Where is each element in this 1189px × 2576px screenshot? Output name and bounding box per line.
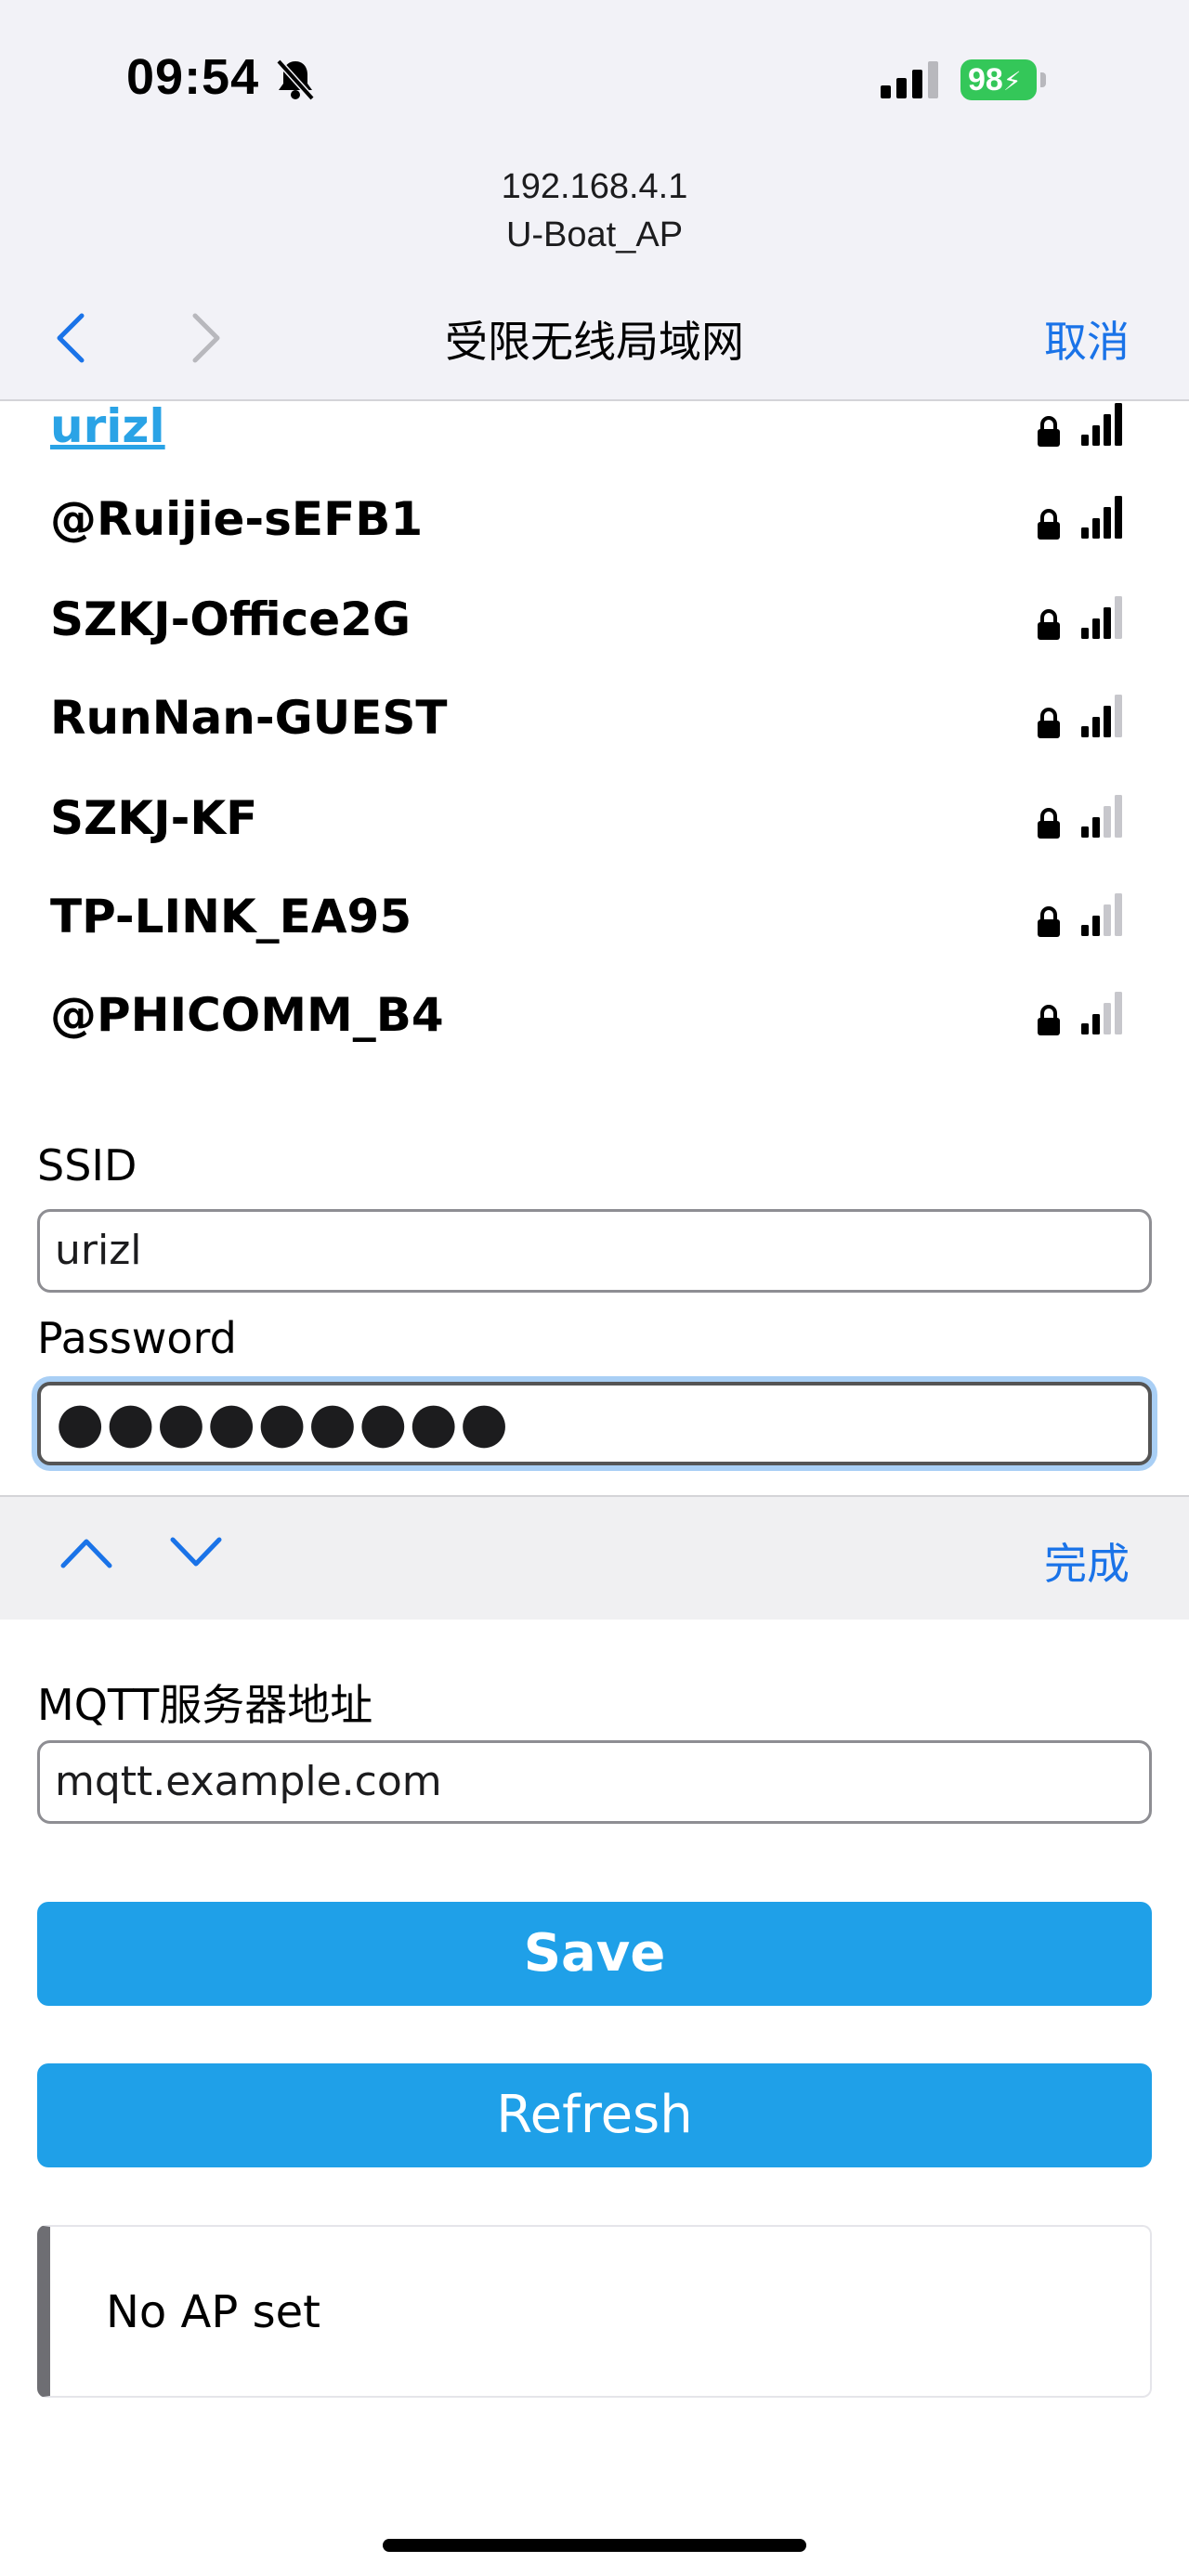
- password-masked-value: ●●●●●●●●●: [56, 1390, 511, 1455]
- signal-bar: [1115, 795, 1122, 838]
- lock-icon: [1038, 808, 1060, 839]
- signal-bar: [1081, 1023, 1089, 1034]
- signal-bar: [1092, 916, 1100, 936]
- wifi-ssid-link[interactable]: urizl: [50, 399, 165, 453]
- wifi-signal-strength-icon: [1081, 403, 1122, 446]
- battery-indicator: 98⚡: [960, 59, 1037, 100]
- done-button[interactable]: 完成: [1044, 1530, 1130, 1592]
- wifi-signal-strength-icon: [1081, 893, 1122, 936]
- lock-icon: [1038, 416, 1060, 447]
- wifi-ssid-link[interactable]: @Ruijie-sEFB1: [50, 492, 423, 546]
- wifi-signal-strength-icon: [1081, 795, 1122, 838]
- signal-bar: [1081, 826, 1089, 838]
- url-host: 192.168.4.1: [501, 167, 688, 206]
- wifi-ssid-link[interactable]: SZKJ-Office2G: [50, 592, 411, 646]
- wifi-network-row[interactable]: @PHICOMM_B4: [0, 988, 1189, 1081]
- wifi-network-row[interactable]: @Ruijie-sEFB1: [0, 492, 1189, 585]
- signal-bar: [1115, 893, 1122, 936]
- browser-chrome: 09:54 98⚡ 192.168.4.1 U-Boat_AP 受限无线局域网 …: [0, 0, 1189, 401]
- signal-bar: [1104, 806, 1111, 838]
- signal-bar: [1115, 496, 1122, 539]
- lock-icon: [1038, 509, 1060, 540]
- ssid-label: SSID: [37, 1140, 137, 1190]
- signal-bar: [1092, 817, 1100, 838]
- page-title: 受限无线局域网: [445, 317, 744, 367]
- wifi-network-row[interactable]: SZKJ-KF: [0, 791, 1189, 884]
- keyboard-accessory-bar: 完成: [0, 1495, 1189, 1620]
- signal-bar: [1104, 607, 1111, 639]
- signal-bar: [1092, 717, 1100, 737]
- cancel-button[interactable]: 取消: [1044, 308, 1130, 370]
- signal-bar: [1081, 628, 1089, 639]
- status-time: 09:54: [126, 49, 260, 105]
- wifi-network-row[interactable]: RunNan-GUEST: [0, 691, 1189, 784]
- status-message: No AP set: [106, 2286, 320, 2338]
- signal-bar: [1081, 435, 1089, 446]
- wifi-signal-strength-icon: [1081, 992, 1122, 1034]
- ssid-input[interactable]: urizl: [37, 1209, 1152, 1293]
- lock-icon: [1038, 1005, 1060, 1035]
- signal-bar: [1115, 403, 1122, 446]
- signal-bar: [1104, 507, 1111, 539]
- signal-bar: [1092, 425, 1100, 446]
- signal-bar: [1092, 518, 1100, 539]
- wifi-signal-strength-icon: [1081, 596, 1122, 639]
- cellular-signal-icon: [881, 61, 938, 98]
- wifi-ssid-link[interactable]: SZKJ-KF: [50, 791, 257, 845]
- mqtt-server-input[interactable]: mqtt.example.com: [37, 1740, 1152, 1824]
- wifi-network-row[interactable]: urizl: [0, 399, 1189, 492]
- status-message-box: No AP set: [37, 2225, 1152, 2398]
- wifi-ssid-link[interactable]: @PHICOMM_B4: [50, 988, 444, 1042]
- signal-bar: [1092, 1014, 1100, 1034]
- signal-bar: [1115, 596, 1122, 639]
- signal-bar: [1115, 992, 1122, 1034]
- lock-icon: [1038, 906, 1060, 937]
- previous-field-icon[interactable]: [59, 1534, 113, 1571]
- wifi-network-row[interactable]: TP-LINK_EA95: [0, 890, 1189, 982]
- url-network-name: U-Boat_AP: [505, 215, 684, 254]
- signal-bar: [1092, 618, 1100, 639]
- lock-icon: [1038, 708, 1060, 738]
- next-field-icon[interactable]: [169, 1534, 223, 1571]
- wifi-ssid-link[interactable]: RunNan-GUEST: [50, 691, 448, 745]
- signal-bar: [1104, 904, 1111, 936]
- wifi-network-row[interactable]: SZKJ-Office2G: [0, 592, 1189, 685]
- battery-level: 98: [968, 62, 1003, 98]
- charging-bolt-icon: ⚡: [1002, 67, 1022, 96]
- signal-bar: [1115, 695, 1122, 737]
- bell-muted-icon: [276, 59, 315, 101]
- save-button[interactable]: Save: [37, 1902, 1152, 2006]
- home-indicator: [383, 2539, 806, 2552]
- signal-bar: [1081, 726, 1089, 737]
- refresh-button[interactable]: Refresh: [37, 2063, 1152, 2167]
- signal-bar: [1081, 527, 1089, 539]
- signal-bar: [1104, 414, 1111, 446]
- signal-bar: [1081, 925, 1089, 936]
- signal-bar: [1104, 706, 1111, 737]
- password-label: Password: [37, 1313, 237, 1363]
- battery-tip: [1040, 72, 1046, 87]
- wifi-signal-strength-icon: [1081, 695, 1122, 737]
- lock-icon: [1038, 609, 1060, 640]
- wifi-signal-strength-icon: [1081, 496, 1122, 539]
- mqtt-server-label: MQTT服务器地址: [37, 1680, 373, 1730]
- wifi-ssid-link[interactable]: TP-LINK_EA95: [50, 890, 412, 943]
- password-input[interactable]: ●●●●●●●●●: [37, 1382, 1152, 1465]
- signal-bar: [1104, 1003, 1111, 1034]
